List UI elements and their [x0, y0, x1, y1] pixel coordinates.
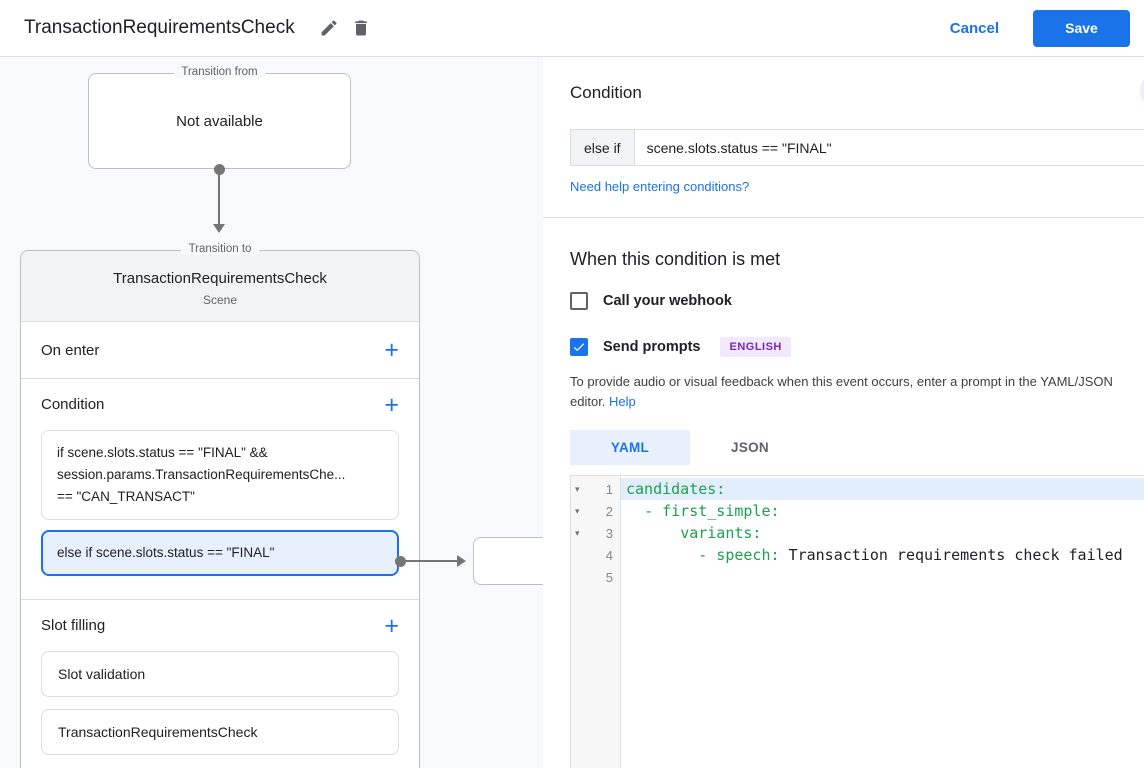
connector-line — [218, 170, 220, 225]
slot-filling-item[interactable]: Slot validation — [41, 651, 399, 697]
when-met-title: When this condition is met — [570, 249, 1144, 270]
yaml-code-editor[interactable]: ▾1▾2▾345 candidates: - first_simple: var… — [570, 475, 1144, 768]
transition-to-label: Transition to — [181, 243, 260, 255]
scene-card-header: TransactionRequirementsCheck Scene — [21, 251, 419, 322]
webhook-checkbox[interactable] — [570, 292, 588, 310]
condition-section-header[interactable]: Condition + — [21, 379, 419, 430]
code-line[interactable]: - speech: Transaction requirements check… — [621, 544, 1144, 566]
fold-arrow-icon[interactable]: ▾ — [571, 506, 587, 517]
condition-item-selected[interactable]: else if scene.slots.status == "FINAL" — [41, 530, 399, 576]
condition-prefix: else if — [571, 130, 635, 165]
condition-detail-panel: Condition else if Need help entering con… — [543, 57, 1144, 768]
transition-target-box[interactable] — [473, 537, 543, 585]
condition-items: if scene.slots.status == "FINAL" &&sessi… — [41, 430, 399, 576]
connector-line — [404, 560, 458, 562]
prompt-description: To provide audio or visual feedback when… — [570, 372, 1144, 412]
gutter-row: 5 — [571, 566, 620, 588]
editor-code-area[interactable]: candidates: - first_simple: variants: - … — [621, 476, 1144, 768]
code-line[interactable]: candidates: — [621, 478, 1144, 500]
cancel-button[interactable]: Cancel — [950, 20, 999, 37]
scene-type: Scene — [31, 293, 409, 307]
code-line[interactable]: variants: — [621, 522, 1144, 544]
send-prompts-label: Send prompts — [603, 339, 700, 355]
condition-label: Condition — [41, 396, 104, 413]
language-badge: ENGLISH — [720, 337, 790, 357]
on-enter-section[interactable]: On enter + — [21, 322, 419, 379]
editor-tabs: YAMLJSON — [570, 430, 1144, 465]
gutter-row: 4 — [571, 544, 620, 566]
line-number: 3 — [587, 526, 620, 541]
fold-arrow-icon[interactable]: ▾ — [571, 484, 587, 495]
when-met-section: When this condition is met Call your web… — [543, 249, 1144, 768]
line-number: 5 — [587, 570, 620, 585]
slot-filling-label: Slot filling — [41, 617, 105, 634]
delete-scene-button[interactable] — [345, 12, 377, 44]
line-number: 2 — [587, 504, 620, 519]
slot-filling-item[interactable]: TransactionRequirementsCheck — [41, 709, 399, 755]
plus-icon[interactable]: + — [384, 340, 399, 360]
trash-icon — [351, 18, 371, 38]
transition-from-label: Transition from — [173, 66, 265, 78]
webhook-row: Call your webhook — [570, 292, 1144, 310]
arrow-right-icon — [457, 555, 466, 567]
gutter-row: ▾3 — [571, 522, 620, 544]
scene-title: TransactionRequirementsCheck — [31, 270, 409, 287]
send-prompts-checkbox[interactable] — [570, 338, 588, 356]
on-enter-label: On enter — [41, 342, 99, 359]
arrow-down-icon — [213, 224, 225, 233]
scene-card: Transition to TransactionRequirementsChe… — [20, 250, 420, 768]
check-icon — [572, 340, 586, 354]
transition-from-value: Not available — [176, 113, 263, 130]
fold-arrow-icon[interactable]: ▾ — [571, 528, 587, 539]
condition-input-row: else if — [570, 129, 1144, 166]
code-line[interactable]: - first_simple: — [621, 500, 1144, 522]
edit-scene-button[interactable] — [313, 12, 345, 44]
line-number: 1 — [587, 482, 620, 497]
help-link[interactable]: Help — [609, 394, 636, 409]
gutter-row: ▾2 — [571, 500, 620, 522]
webhook-label: Call your webhook — [603, 293, 732, 309]
header-bar: TransactionRequirementsCheck Cancel Save — [0, 0, 1144, 57]
tab-yaml[interactable]: YAML — [570, 430, 690, 465]
transition-from-box: Transition from Not available — [88, 73, 351, 169]
panel-divider — [543, 217, 1144, 218]
prompt-description-text: To provide audio or visual feedback when… — [570, 374, 1113, 409]
page-title: TransactionRequirementsCheck — [24, 17, 295, 39]
tab-json[interactable]: JSON — [690, 430, 810, 465]
scene-graph-canvas: Transition from Not available Transition… — [0, 57, 543, 768]
slot-filling-section-header[interactable]: Slot filling + — [21, 600, 419, 651]
gutter-row: ▾1 — [571, 478, 620, 500]
plus-icon[interactable]: + — [384, 395, 399, 415]
send-prompts-row: Send prompts ENGLISH — [570, 337, 1144, 357]
slot-filling-section: Slot filling + Slot validation Transactio… — [21, 600, 419, 768]
condition-editor-section: Condition else if Need help entering con… — [543, 83, 1144, 196]
condition-help-link[interactable]: Need help entering conditions? — [570, 179, 749, 194]
code-line[interactable] — [621, 566, 1144, 588]
editor-gutter: ▾1▾2▾345 — [571, 476, 621, 768]
main-area: Transition from Not available Transition… — [0, 57, 1144, 768]
plus-icon[interactable]: + — [384, 616, 399, 636]
condition-item[interactable]: if scene.slots.status == "FINAL" &&sessi… — [41, 430, 399, 520]
line-number: 4 — [587, 548, 620, 563]
condition-section: Condition + if scene.slots.status == "FI… — [21, 379, 419, 600]
pencil-icon — [319, 18, 339, 38]
slot-filling-items: Slot validation TransactionRequirementsCh… — [41, 651, 399, 755]
save-button[interactable]: Save — [1033, 10, 1130, 47]
condition-input[interactable] — [635, 130, 1144, 165]
panel-title: Condition — [570, 83, 1144, 103]
